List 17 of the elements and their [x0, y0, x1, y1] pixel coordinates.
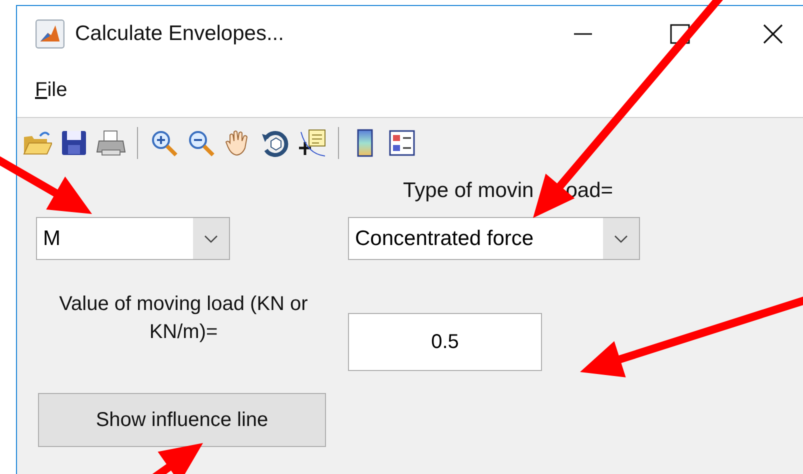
maximize-icon: [669, 23, 691, 45]
chevron-icon: [204, 234, 218, 242]
app-icon: [35, 19, 65, 49]
window-title: Calculate Envelopes...: [75, 21, 284, 48]
file-menu[interactable]: File: [35, 74, 68, 104]
chevron-icon: [614, 234, 628, 242]
load-value-field[interactable]: 0.5: [348, 313, 542, 371]
show-influence-line-button[interactable]: Show influence line: [38, 393, 326, 447]
load-type-label: Type of movin: [403, 179, 534, 202]
print-icon[interactable]: [96, 128, 126, 158]
data-cursor-icon[interactable]: [297, 128, 327, 158]
load-value-label: Value of moving load (KN or KN/m)=: [58, 292, 309, 345]
legend-icon[interactable]: [387, 128, 417, 158]
close-icon: [762, 23, 784, 45]
load-type-dropdown[interactable]: Concentrated force: [348, 217, 640, 260]
minimize-icon: [573, 33, 593, 35]
quantity-dropdown[interactable]: M: [36, 217, 230, 260]
